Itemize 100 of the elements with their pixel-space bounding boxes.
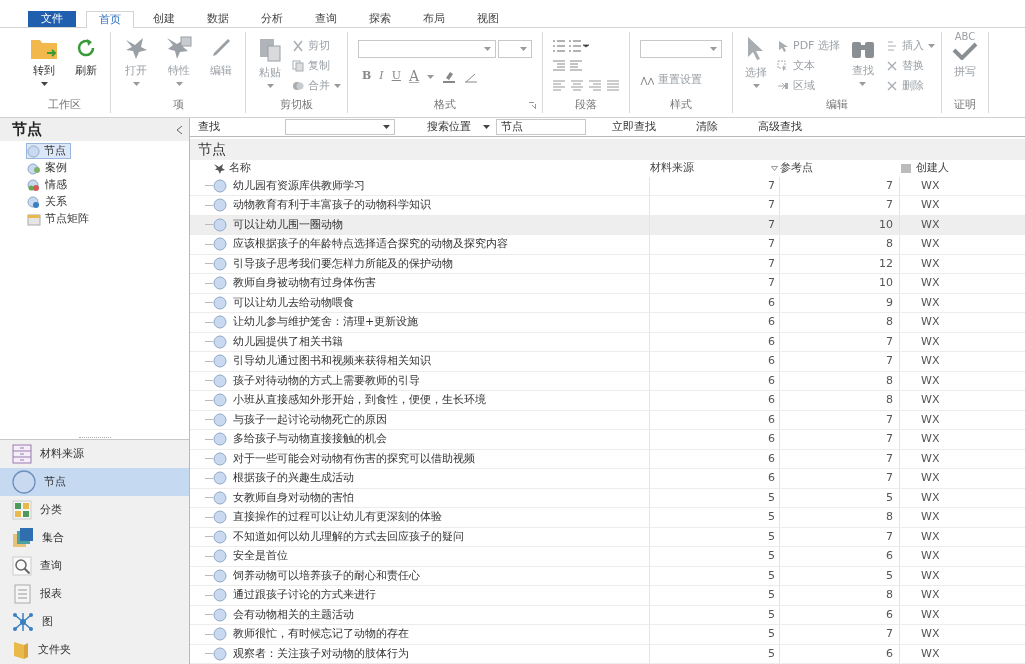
references-count: 7	[886, 353, 893, 369]
creator-initials: WX	[921, 236, 940, 252]
column-header[interactable]: 参考点	[780, 159, 813, 177]
find-bar-button[interactable]: 高级查找	[758, 118, 802, 136]
references-count: 7	[886, 411, 893, 428]
table-row[interactable]: 通过跟孩子讨论的方式来进行 5 8 WX	[190, 586, 1025, 606]
sources-count: 6	[768, 470, 775, 486]
table-row[interactable]: 可以让幼儿围一圈动物 7 10 WX	[190, 215, 1025, 235]
search-scope-field[interactable]: 节点	[496, 118, 586, 135]
table-row[interactable]: 教师很忙，有时候忘记了动物的存在 5 7 WX	[190, 625, 1025, 645]
sources-count: 5	[768, 645, 775, 662]
table-row[interactable]: 让幼儿参与维护笼舍：清理+更新设施 6 8 WX	[190, 313, 1025, 333]
node-name: 小班从直接感知外形开始，到食性，便便，生长环境	[233, 392, 486, 408]
node-name: 幼儿园提供了相关书籍	[233, 333, 343, 350]
table-row[interactable]: 直接操作的过程可以让幼儿有更深刻的体验 5 8 WX	[190, 508, 1025, 528]
list-title: 节点	[198, 139, 226, 159]
table-row[interactable]: 动物教育有利于丰富孩子的动物科学知识 7 7 WX	[190, 196, 1025, 216]
column-header[interactable]: 名称	[229, 159, 251, 177]
references-count: 8	[886, 392, 893, 408]
table-row[interactable]: 根据孩子的兴趣生成活动 6 7 WX	[190, 469, 1025, 489]
creator-initials: WX	[921, 216, 940, 233]
navigation-section[interactable]: 节点	[0, 468, 189, 496]
table-row[interactable]: 孩子对待动物的方式上需要教师的引导 6 8 WX	[190, 371, 1025, 391]
creator-initials: WX	[921, 606, 940, 623]
column-header[interactable]: 材料来源	[650, 159, 694, 177]
node-name: 教师自身被动物有过身体伤害	[233, 275, 376, 291]
sources-count: 5	[768, 548, 775, 564]
table-row[interactable]: 不知道如何以幼儿理解的方式去回应孩子的疑问 5 7 WX	[190, 527, 1025, 547]
sources-count: 5	[768, 606, 775, 623]
tree-item[interactable]: 节点矩阵	[26, 211, 94, 227]
sources-count: 7	[768, 275, 775, 291]
ribbon-tab[interactable]: 创建	[140, 11, 188, 27]
format-button[interactable]: B	[362, 68, 372, 85]
node-name: 直接操作的过程可以让幼儿有更深刻的体验	[233, 509, 442, 525]
creator-initials: WX	[921, 431, 940, 447]
ribbon-tab[interactable]: 视图	[464, 11, 512, 27]
references-count: 7	[886, 333, 893, 350]
node-name: 引导幼儿通过图书和视频来获得相关知识	[233, 353, 431, 369]
navigation-section[interactable]: 图	[0, 608, 189, 636]
node-name: 让幼儿参与维护笼舍：清理+更新设施	[233, 314, 419, 330]
tree-item[interactable]: 关系	[26, 194, 72, 210]
table-row[interactable]: 多给孩子与动物直接接触的机会 6 7 WX	[190, 430, 1025, 450]
ribbon-tab[interactable]: 文件	[28, 11, 76, 27]
sources-count: 6	[768, 392, 775, 408]
node-name: 通过跟孩子讨论的方式来进行	[233, 587, 376, 603]
references-count: 5	[886, 489, 893, 506]
node-name: 教师很忙，有时候忘记了动物的存在	[233, 626, 409, 642]
table-row[interactable]: 应该根据孩子的年龄特点选择适合探究的动物及探究内容 7 8 WX	[190, 235, 1025, 255]
table-row[interactable]: 会有动物相关的主题活动 5 6 WX	[190, 605, 1025, 625]
sources-count: 5	[768, 567, 775, 584]
creator-initials: WX	[921, 548, 940, 564]
navigation-section[interactable]: 材料来源	[0, 440, 189, 468]
table-row[interactable]: 女教师自身对动物的害怕 5 5 WX	[190, 488, 1025, 508]
sources-count: 6	[768, 372, 775, 389]
table-row[interactable]: 教师自身被动物有过身体伤害 7 10 WX	[190, 274, 1025, 294]
column-header[interactable]: 创建人	[916, 159, 949, 177]
ribbon-tab[interactable]: 探索	[356, 11, 404, 27]
ribbon-tab[interactable]: 数据	[194, 11, 242, 27]
creator-initials: WX	[921, 645, 940, 662]
references-count: 10	[879, 275, 893, 291]
format-button[interactable]: U	[391, 68, 401, 85]
navigation-section[interactable]: 文件夹	[0, 636, 189, 664]
table-row[interactable]: 饲养动物可以培养孩子的耐心和责任心 5 5 WX	[190, 566, 1025, 586]
creator-initials: WX	[921, 275, 940, 291]
find-bar-button[interactable]: 立即查找	[612, 118, 656, 136]
table-row[interactable]: 幼儿园有资源库供教师学习 7 7 WX	[190, 176, 1025, 196]
ribbon-button[interactable]: 刷新	[68, 32, 104, 86]
search-scope-button[interactable]: 搜索位置	[427, 118, 490, 136]
sources-count: 5	[768, 626, 775, 642]
node-name: 可以让幼儿围一圈动物	[233, 216, 343, 233]
tree-item[interactable]: 情感	[26, 177, 72, 193]
group-label: 剪切板	[280, 96, 313, 113]
node-name: 对于一些可能会对动物有伤害的探究可以借助视频	[233, 450, 475, 467]
table-row[interactable]: 小班从直接感知外形开始，到食性，便便，生长环境 6 8 WX	[190, 391, 1025, 411]
table-row[interactable]: 对于一些可能会对动物有伤害的探究可以借助视频 6 7 WX	[190, 449, 1025, 469]
table-row[interactable]: 可以让幼儿去给动物喂食 6 9 WX	[190, 293, 1025, 313]
navigation-section[interactable]: 分类	[0, 496, 189, 524]
navigation-section[interactable]: 集合	[0, 524, 189, 552]
navigation-section[interactable]: 报表	[0, 580, 189, 608]
sources-count: 7	[768, 177, 775, 194]
tree-item[interactable]: 案例	[26, 160, 72, 176]
table-row[interactable]: 引导幼儿通过图书和视频来获得相关知识 6 7 WX	[190, 352, 1025, 372]
references-count: 7	[886, 470, 893, 486]
table-row[interactable]: 安全是首位 5 6 WX	[190, 547, 1025, 567]
find-bar-button[interactable]: 清除	[696, 118, 718, 136]
ribbon-tab[interactable]: 查询	[302, 11, 350, 27]
sources-count: 6	[768, 353, 775, 369]
table-row[interactable]: 引导孩子思考我们要怎样力所能及的保护动物 7 12 WX	[190, 254, 1025, 274]
format-button[interactable]: A	[408, 66, 420, 87]
references-count: 9	[886, 294, 893, 311]
table-row[interactable]: 观察者：关注孩子对动物的肢体行为 5 6 WX	[190, 644, 1025, 664]
tree-item[interactable]: 节点	[26, 143, 71, 159]
navigation-section[interactable]: 查询	[0, 552, 189, 580]
table-row[interactable]: 幼儿园提供了相关书籍 6 7 WX	[190, 332, 1025, 352]
table-row[interactable]: 与孩子一起讨论动物死亡的原因 6 7 WX	[190, 410, 1025, 430]
format-button[interactable]: I	[379, 68, 384, 85]
ribbon-tab[interactable]: 分析	[248, 11, 296, 27]
ribbon-button[interactable]: 转到	[24, 32, 64, 86]
ribbon-tab[interactable]: 首页	[86, 11, 134, 28]
ribbon-tab[interactable]: 布局	[410, 11, 458, 27]
